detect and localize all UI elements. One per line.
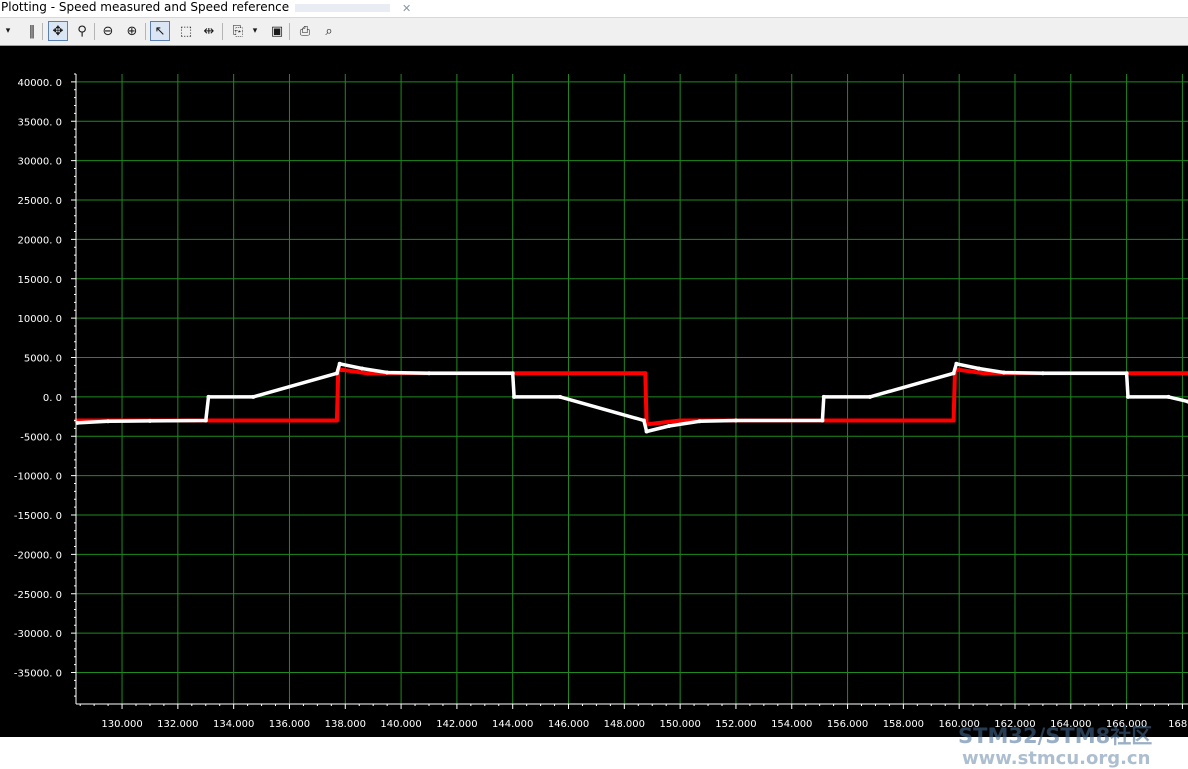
y-tick-label: 10000. 0 [17, 314, 62, 325]
measured-data-point [206, 394, 211, 399]
measured-data-point [821, 394, 826, 399]
copy-icon[interactable]: ⎘ [228, 21, 248, 41]
measured-data-point [1166, 394, 1171, 399]
x-tick-label: 130.000 [101, 719, 142, 730]
measured-data-point [558, 394, 563, 399]
toolbar-separator [42, 23, 43, 40]
menu-dropdown-icon[interactable]: ▾ [2, 21, 14, 41]
x-tick-label: 146.000 [548, 719, 589, 730]
measured-data-point [251, 394, 256, 399]
x-tick-label: 150.000 [659, 719, 700, 730]
y-tick-label: -30000. 0 [14, 629, 62, 640]
measured-data-point [1126, 394, 1130, 399]
measured-data-point [1124, 371, 1129, 376]
toolbar-separator [222, 23, 223, 40]
pause-icon[interactable]: ‖ [22, 21, 42, 41]
reference-data-point [643, 371, 648, 376]
measured-data-point [976, 366, 981, 371]
measured-data-point [644, 429, 649, 434]
reference-data-point [982, 371, 987, 376]
zoom-out-icon[interactable]: ⊖ [98, 21, 118, 41]
measured-data-point [641, 418, 646, 423]
speed-chart[interactable]: 40000. 0 35000. 0 30000. 0 25000. 0 20000. 0… [0, 46, 1188, 737]
print-preview-icon[interactable]: ⌕ [319, 21, 339, 41]
measured-data-point [820, 418, 825, 423]
measured-data-point [697, 419, 702, 424]
measured-data-point [1040, 371, 1045, 376]
y-tick-label: -35000. 0 [14, 669, 62, 680]
x-tick-label: 136.000 [269, 719, 310, 730]
measured-data-point [954, 361, 959, 366]
window-title: Plotting - Speed measured and Speed refe… [1, 0, 290, 14]
window-title-bar: Plotting - Speed measured and Speed refe… [0, 0, 1188, 16]
watermark-url: www.stmcu.org.cn [962, 748, 1151, 769]
watermark-logo: STM32/STM8社区 [958, 724, 1153, 748]
rectangle-select-icon[interactable]: ⬚ [176, 21, 196, 41]
x-tick-label: 138.000 [325, 719, 366, 730]
plot-toolbar: ▾ ‖ ✥ ⚲ ⊖ ⊕ ↖ ⬚ ⇹ ⎘ ▾ ▣ ⎙ ⌕ [0, 17, 1188, 46]
x-tick-label: 132.000 [157, 719, 198, 730]
save-icon[interactable]: ▣ [267, 21, 287, 41]
measured-data-point [510, 371, 515, 376]
toolbar-separator [94, 23, 95, 40]
measured-data-point [203, 418, 208, 423]
measured-data-point [427, 371, 431, 376]
select-pointer-icon[interactable]: ↖ [150, 21, 170, 41]
y-tick-label: 30000. 0 [17, 157, 62, 168]
measured-data-point [512, 394, 517, 399]
measured-data-point [1001, 370, 1006, 375]
measured-data-point [733, 418, 738, 423]
y-tick-label: -10000. 0 [14, 472, 62, 483]
y-tick-label: 20000. 0 [17, 235, 62, 246]
pan-icon[interactable]: ✥ [48, 21, 68, 41]
reference-data-point [334, 418, 339, 423]
y-tick-label: -5000. 0 [20, 432, 62, 443]
y-tick-label: -15000. 0 [14, 511, 62, 522]
y-tick-label: 35000. 0 [17, 117, 62, 128]
x-tick-label: 148.000 [604, 719, 645, 730]
zoom-fit-icon[interactable]: ⚲ [72, 21, 92, 41]
measured-data-point [867, 394, 872, 399]
reference-data-point [951, 418, 956, 423]
title-tab-placeholder [295, 4, 390, 12]
x-tick-label: 142.000 [436, 719, 477, 730]
toolbar-separator [289, 23, 290, 40]
x-tick-label: 156.000 [827, 719, 868, 730]
print-icon[interactable]: ⎙ [295, 21, 315, 41]
y-tick-label: 5000. 0 [24, 354, 62, 365]
y-tick-label: 15000. 0 [17, 275, 62, 286]
y-tick-label: 25000. 0 [17, 196, 62, 207]
x-tick-label: 158.000 [883, 719, 924, 730]
measured-data-point [337, 361, 342, 366]
measured-data-point [147, 418, 152, 423]
copy-dropdown-icon[interactable]: ▾ [249, 21, 261, 41]
y-tick-label: -25000. 0 [14, 590, 62, 601]
measured-data-point [385, 370, 390, 375]
y-tick-label: -20000. 0 [14, 550, 62, 561]
measured-data-point [667, 424, 671, 428]
toolbar-separator [145, 23, 146, 40]
measured-data-point [106, 419, 111, 424]
measured-data-point [334, 371, 339, 376]
zoom-in-icon[interactable]: ⊕ [122, 21, 142, 41]
reference-data-point [365, 371, 370, 376]
y-tick-label: 40000. 0 [17, 78, 62, 89]
x-tick-label: 154.000 [771, 719, 812, 730]
measured-data-point [360, 366, 364, 371]
x-tick-label: 168.0 [1168, 719, 1188, 730]
close-tab-icon[interactable]: ✕ [402, 1, 411, 16]
x-tick-label: 134.000 [213, 719, 254, 730]
x-tick-label: 144.000 [492, 719, 533, 730]
reference-data-point [678, 418, 683, 423]
y-tick-label: 0. 0 [43, 393, 62, 404]
cursor-markers-icon[interactable]: ⇹ [199, 21, 219, 41]
measured-data-point [951, 371, 956, 376]
x-tick-label: 140.000 [380, 719, 421, 730]
x-tick-label: 152.000 [715, 719, 756, 730]
plot-area[interactable]: 40000. 0 35000. 0 30000. 0 25000. 0 20000. 0… [0, 46, 1188, 769]
